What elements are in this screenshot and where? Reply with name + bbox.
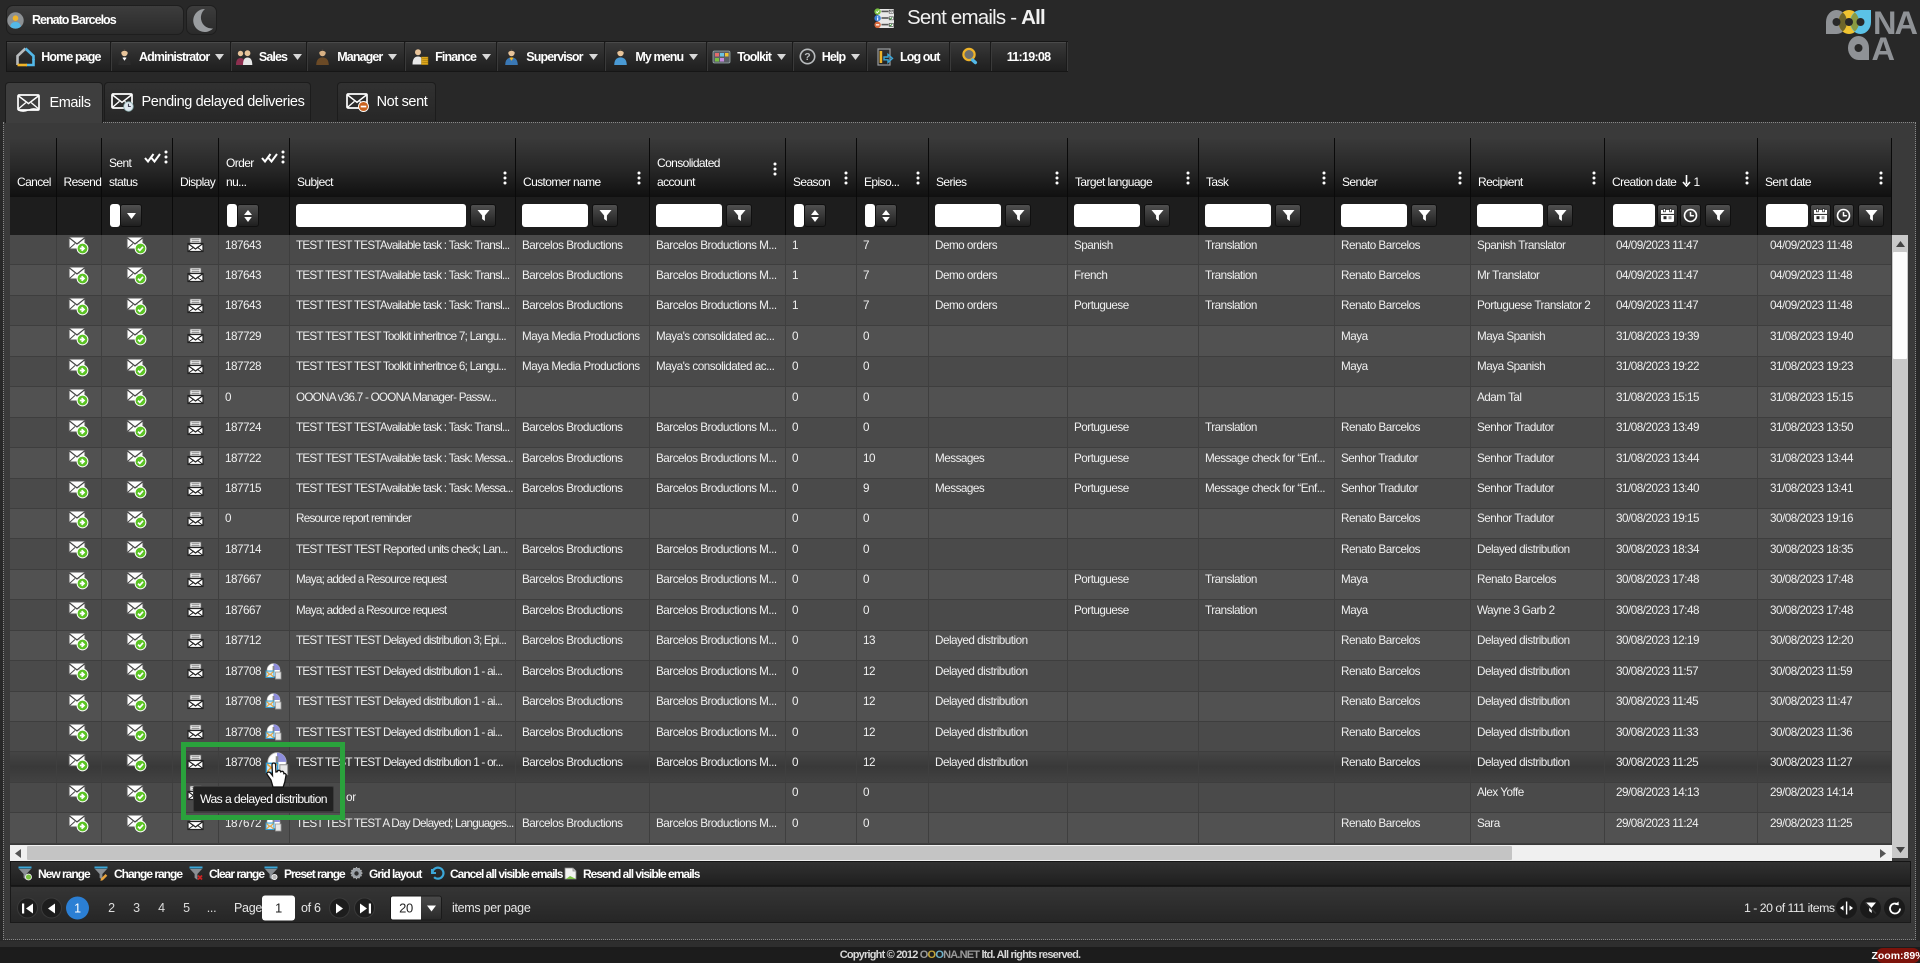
svg-text:?: ? (804, 51, 810, 63)
svg-text:A: A (1872, 31, 1895, 63)
